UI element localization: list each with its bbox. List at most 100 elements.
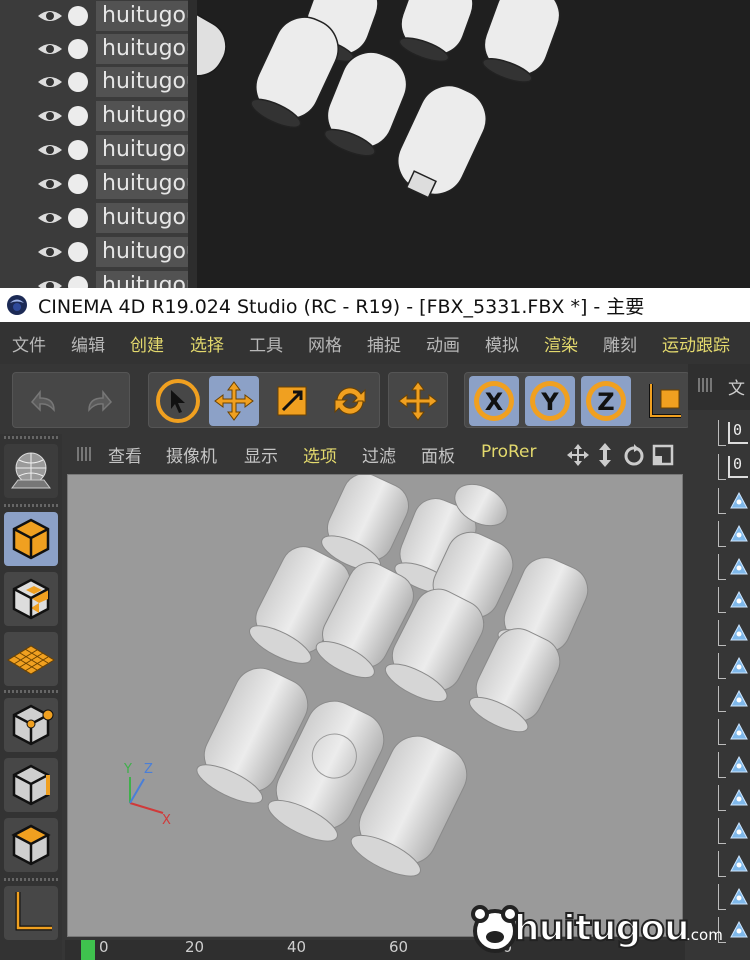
object-name[interactable]: huitugou	[96, 237, 188, 267]
object-manager-file-menu[interactable]: 文	[728, 374, 745, 399]
menu-snap[interactable]: 捕捉	[367, 331, 401, 356]
polygon-object-row[interactable]	[718, 521, 750, 547]
object-row[interactable]: huitugou	[0, 33, 197, 65]
window-title-bar[interactable]: CINEMA 4D R19.024 Studio (RC - R19) - [F…	[0, 288, 750, 322]
move-tool-button[interactable]	[209, 376, 259, 426]
render-dot-icon[interactable]	[68, 208, 88, 228]
object-row[interactable]: huitugou	[0, 100, 197, 132]
object-row[interactable]: huitugou	[0, 0, 197, 32]
viewport-menu-view[interactable]: 查看	[108, 442, 142, 467]
render-dot-icon[interactable]	[68, 276, 88, 288]
eye-icon[interactable]	[37, 74, 63, 90]
polygon-object-row[interactable]	[718, 785, 750, 811]
viewport-menu-filter[interactable]: 过滤	[362, 442, 396, 467]
viewport-maximize-icon[interactable]	[651, 442, 675, 468]
menu-render[interactable]: 渲染	[544, 331, 578, 356]
menu-sculpt[interactable]: 雕刻	[603, 331, 637, 356]
render-dot-icon[interactable]	[68, 39, 88, 59]
viewport-menu-display[interactable]: 显示	[244, 442, 278, 467]
object-row[interactable]: huitugou	[0, 134, 197, 166]
menu-tools[interactable]: 工具	[249, 331, 283, 356]
scale-tool-button[interactable]	[267, 376, 317, 426]
undo-button[interactable]	[18, 376, 68, 426]
object-row[interactable]: huitugou	[0, 168, 197, 200]
polygon-object-row[interactable]	[718, 818, 750, 844]
recent-move-button[interactable]	[393, 376, 443, 426]
object-name[interactable]: huitugou	[96, 1, 188, 31]
render-dot-icon[interactable]	[68, 242, 88, 262]
redo-button[interactable]	[75, 376, 125, 426]
render-dot-icon[interactable]	[68, 140, 88, 160]
z-axis-lock-button[interactable]: Z	[581, 376, 631, 426]
render-dot-icon[interactable]	[68, 106, 88, 126]
object-name[interactable]: huitugou	[96, 34, 188, 64]
panel-grip-icon[interactable]	[698, 378, 712, 392]
perspective-viewport[interactable]: Y Z X	[67, 473, 683, 937]
menu-motion-tracking[interactable]: 运动跟踪	[662, 331, 730, 356]
panel-grip-icon[interactable]	[77, 447, 93, 461]
object-name[interactable]: huitugou	[96, 203, 188, 233]
viewport-menu-panel[interactable]: 面板	[421, 442, 455, 467]
rotate-tool-button[interactable]	[325, 376, 375, 426]
viewport-rotate-icon[interactable]	[622, 442, 646, 468]
texture-mode-button[interactable]	[4, 572, 58, 626]
eye-icon[interactable]	[37, 142, 63, 158]
object-name[interactable]: huitugou	[96, 67, 188, 97]
polygon-object-row[interactable]	[718, 752, 750, 778]
y-axis-lock-button[interactable]: Y	[525, 376, 575, 426]
viewport-move-icon[interactable]	[565, 442, 591, 468]
polygon-object-row[interactable]	[718, 653, 750, 679]
eye-icon[interactable]	[37, 176, 63, 192]
eye-icon[interactable]	[37, 108, 63, 124]
render-dot-icon[interactable]	[68, 72, 88, 92]
menu-simulate[interactable]: 模拟	[485, 331, 519, 356]
workplane-button[interactable]	[4, 444, 58, 498]
object-name[interactable]: huitugou	[96, 169, 188, 199]
eye-icon[interactable]	[37, 244, 63, 260]
object-row[interactable]: huitugou	[0, 270, 197, 288]
polygon-object-row[interactable]	[718, 587, 750, 613]
polygons-mode-button[interactable]	[4, 818, 58, 872]
polygon-object-row[interactable]	[718, 620, 750, 646]
menu-edit[interactable]: 编辑	[71, 331, 105, 356]
polygon-object-row[interactable]	[718, 686, 750, 712]
object-name[interactable]: huitugou	[96, 135, 188, 165]
polygon-object-row[interactable]	[718, 719, 750, 745]
object-name[interactable]: huitugou	[96, 271, 188, 288]
polygon-object-row[interactable]	[718, 488, 750, 514]
null-object-row[interactable]: 0	[718, 454, 750, 480]
menu-mesh[interactable]: 网格	[308, 331, 342, 356]
viewport-zoom-icon[interactable]	[595, 442, 615, 468]
timeline-playhead[interactable]	[81, 940, 95, 960]
eye-icon[interactable]	[37, 210, 63, 226]
render-dot-icon[interactable]	[68, 174, 88, 194]
polygon-object-row[interactable]	[718, 554, 750, 580]
viewport-menu-camera[interactable]: 摄像机	[166, 442, 217, 467]
edges-mode-button[interactable]	[4, 758, 58, 812]
object-row[interactable]: huitugou	[0, 66, 197, 98]
model-mode-button[interactable]	[4, 512, 58, 566]
panel-divider[interactable]	[188, 0, 197, 288]
axis-mode-button[interactable]	[4, 886, 58, 940]
null-object-row[interactable]: 0	[718, 420, 750, 446]
eye-icon[interactable]	[37, 41, 63, 57]
viewport-menu-options[interactable]: 选项	[303, 442, 337, 467]
menu-create[interactable]: 创建	[130, 331, 164, 356]
polygon-object-row[interactable]	[718, 851, 750, 877]
menu-animate[interactable]: 动画	[426, 331, 460, 356]
points-mode-button[interactable]	[4, 698, 58, 752]
menu-file[interactable]: 文件	[12, 331, 46, 356]
eye-icon[interactable]	[37, 278, 63, 288]
object-row[interactable]: huitugou	[0, 236, 197, 268]
x-axis-lock-button[interactable]: X	[469, 376, 519, 426]
live-selection-button[interactable]	[153, 376, 203, 426]
object-name[interactable]: huitugou	[96, 101, 188, 131]
workplane-grid-button[interactable]	[4, 632, 58, 686]
object-row[interactable]: huitugou	[0, 202, 197, 234]
menu-select[interactable]: 选择	[190, 331, 224, 356]
viewport-menu-prorender[interactable]: ProRer	[481, 442, 537, 462]
eye-icon[interactable]	[37, 8, 63, 24]
top-viewport[interactable]	[73, 0, 750, 288]
render-dot-icon[interactable]	[68, 6, 88, 26]
coordinate-system-button[interactable]	[637, 376, 687, 426]
